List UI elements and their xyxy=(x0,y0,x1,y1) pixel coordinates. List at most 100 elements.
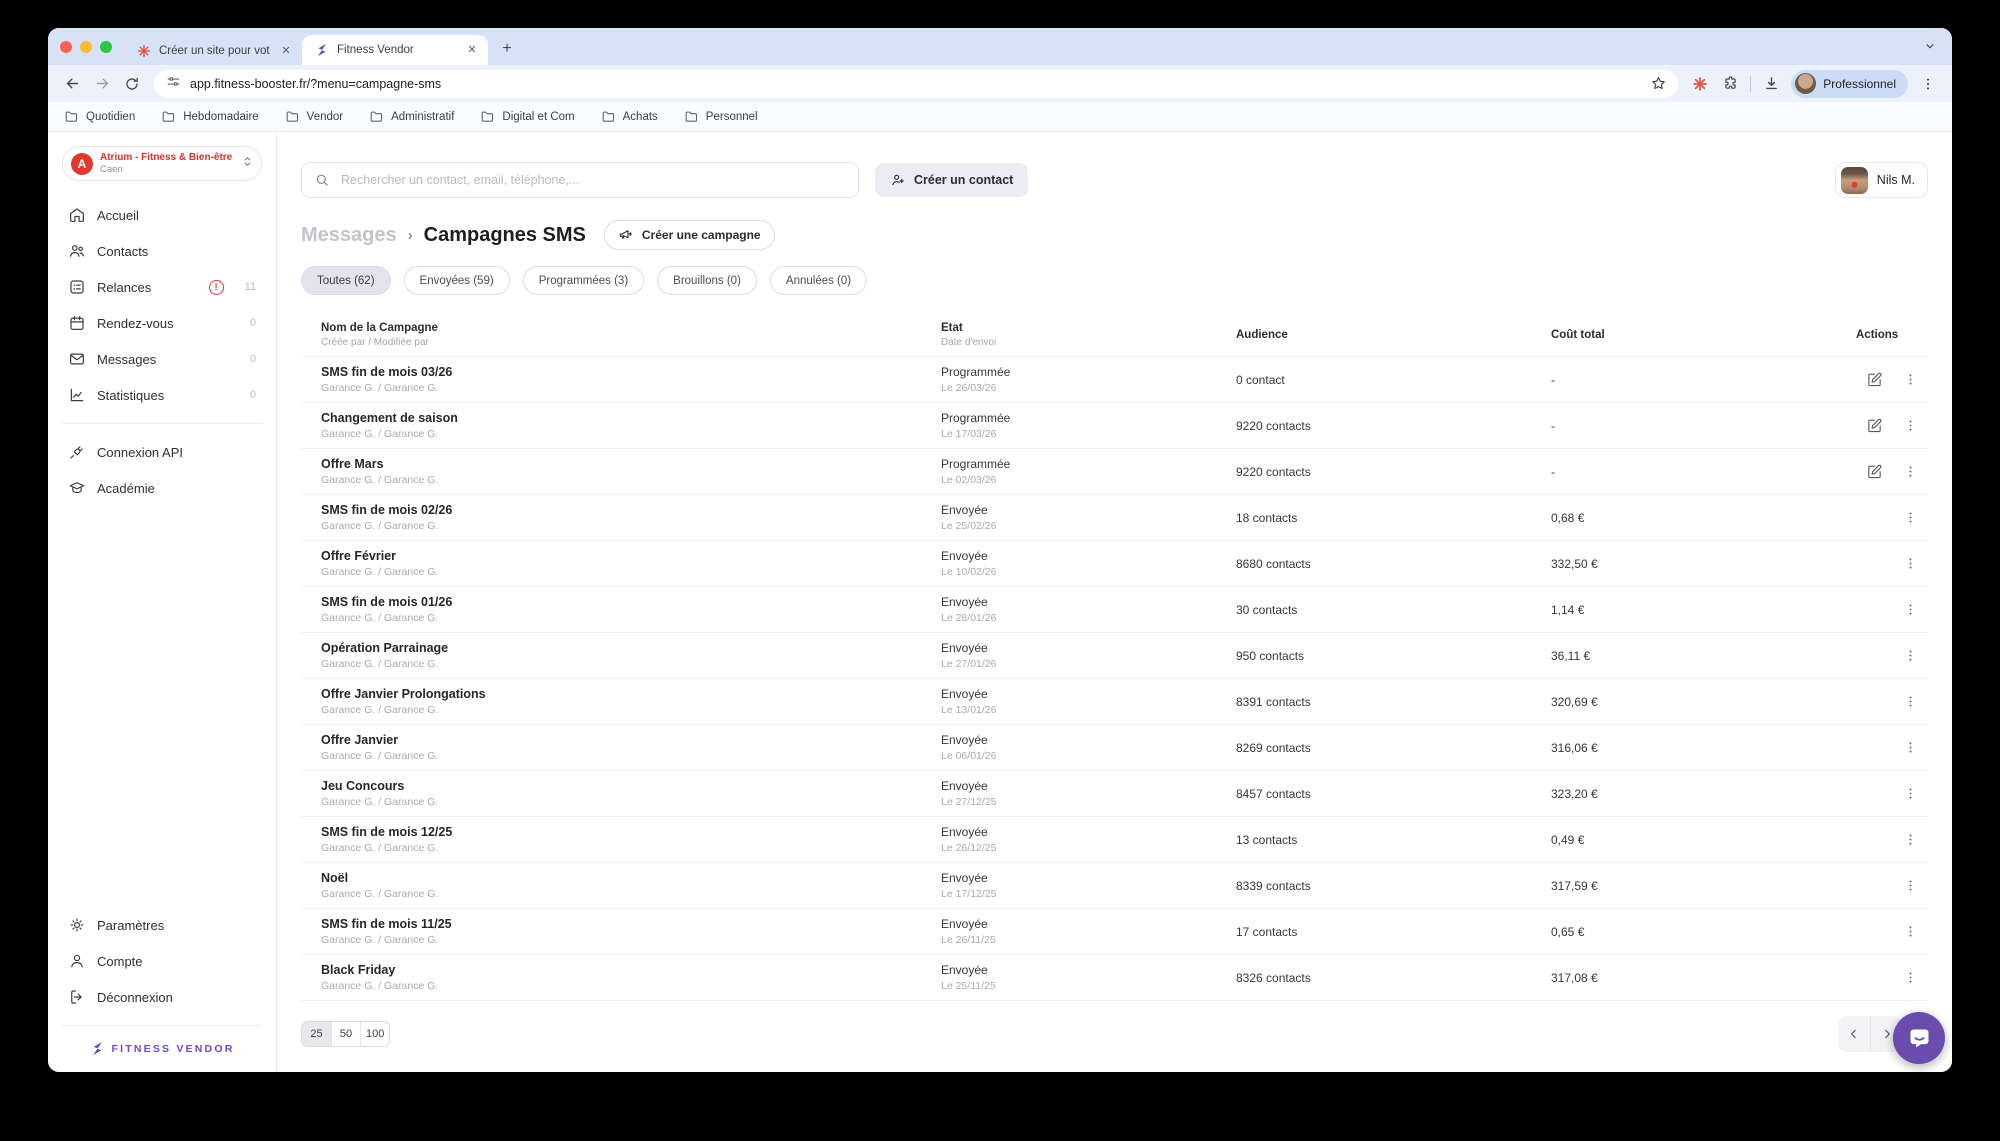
forward-icon[interactable] xyxy=(88,70,116,98)
zoom-window-button[interactable] xyxy=(100,41,112,53)
sidebar-item-messages[interactable]: Messages 0 xyxy=(62,341,262,377)
table-row[interactable]: Offre Janvier Garance G. / Garance G. En… xyxy=(301,725,1928,771)
sidebar-item-statistiques[interactable]: Statistiques 0 xyxy=(62,377,262,413)
bookmark-star-icon[interactable] xyxy=(1644,70,1672,98)
edit-campaign-icon[interactable] xyxy=(1866,417,1883,434)
sidebar-item-parametres[interactable]: Paramètres xyxy=(62,907,262,943)
create-campaign-button[interactable]: Créer une campagne xyxy=(604,220,775,250)
user-menu[interactable]: Nils M. xyxy=(1835,162,1928,198)
table-row[interactable]: SMS fin de mois 01/26 Garance G. / Garan… xyxy=(301,587,1928,633)
row-menu-kebab-icon[interactable] xyxy=(1903,786,1918,801)
table-row[interactable]: Changement de saison Garance G. / Garanc… xyxy=(301,403,1928,449)
row-menu-kebab-icon[interactable] xyxy=(1903,694,1918,709)
sidebar-item-contacts[interactable]: Contacts xyxy=(62,233,262,269)
bookmark-folder[interactable]: Achats xyxy=(601,109,658,124)
edit-campaign-icon[interactable] xyxy=(1866,371,1883,388)
contact-search[interactable] xyxy=(301,162,859,198)
bookmark-folder[interactable]: Digital et Com xyxy=(480,109,574,124)
table-row[interactable]: SMS fin de mois 11/25 Garance G. / Garan… xyxy=(301,909,1928,955)
bookmark-folder[interactable]: Administratif xyxy=(369,109,454,124)
filter-tab[interactable]: Toutes (62) xyxy=(301,266,391,295)
browser-menu-kebab-icon[interactable] xyxy=(1914,70,1942,98)
bookmark-folder[interactable]: Quotidien xyxy=(64,109,135,124)
row-menu-kebab-icon[interactable] xyxy=(1903,970,1918,985)
table-row[interactable]: SMS fin de mois 02/26 Garance G. / Garan… xyxy=(301,495,1928,541)
workspace-selector[interactable]: A Atrium - Fitness & Bien-être Caen xyxy=(62,146,262,181)
fitness-vendor-logo-icon xyxy=(90,1041,105,1056)
sidebar-item-rendez-vous[interactable]: Rendez-vous 0 xyxy=(62,305,262,341)
previous-page-icon[interactable] xyxy=(1838,1016,1870,1052)
new-tab-button[interactable]: + xyxy=(494,36,520,62)
breadcrumb-parent[interactable]: Messages xyxy=(301,224,397,247)
table-row[interactable]: Offre Janvier Prolongations Garance G. /… xyxy=(301,679,1928,725)
minimize-window-button[interactable] xyxy=(80,41,92,53)
reload-icon[interactable] xyxy=(118,70,146,98)
window-controls xyxy=(58,28,124,65)
table-row[interactable]: Black Friday Garance G. / Garance G. Env… xyxy=(301,955,1928,1001)
table-row[interactable]: Offre Mars Garance G. / Garance G. Progr… xyxy=(301,449,1928,495)
sidebar-item-label: Contacts xyxy=(97,244,148,259)
table-row[interactable]: Offre Février Garance G. / Garance G. En… xyxy=(301,541,1928,587)
chat-widget-button[interactable] xyxy=(1893,1012,1945,1064)
edit-campaign-icon[interactable] xyxy=(1866,463,1883,480)
row-menu-kebab-icon[interactable] xyxy=(1903,418,1918,433)
sidebar-item-accueil[interactable]: Accueil xyxy=(62,197,262,233)
table-row[interactable]: Noël Garance G. / Garance G. Envoyée Le … xyxy=(301,863,1928,909)
filter-tab[interactable]: Annulées (0) xyxy=(770,266,867,295)
table-row[interactable]: Opération Parrainage Garance G. / Garanc… xyxy=(301,633,1928,679)
browser-tab-active[interactable]: Fitness Vendor ✕ xyxy=(302,35,488,65)
url-bar[interactable]: app.fitness-booster.fr/?menu=campagne-sm… xyxy=(154,70,1678,98)
campaign-send-date: Le 10/02/26 xyxy=(941,566,1236,578)
row-menu-kebab-icon[interactable] xyxy=(1903,510,1918,525)
bookmark-label: Achats xyxy=(623,111,658,123)
close-tab-icon[interactable]: ✕ xyxy=(278,43,294,59)
row-menu-kebab-icon[interactable] xyxy=(1903,556,1918,571)
chat-bubble-icon xyxy=(1906,1025,1933,1052)
close-tab-icon[interactable]: ✕ xyxy=(464,42,480,58)
extensions-puzzle-icon[interactable] xyxy=(1716,70,1744,98)
row-menu-kebab-icon[interactable] xyxy=(1903,924,1918,939)
row-menu-kebab-icon[interactable] xyxy=(1903,832,1918,847)
site-settings-icon[interactable] xyxy=(166,74,181,94)
create-campaign-label: Créer une campagne xyxy=(642,228,761,242)
url-text[interactable]: app.fitness-booster.fr/?menu=campagne-sm… xyxy=(190,77,1635,91)
tab-search-chevron-icon[interactable] xyxy=(1918,34,1942,58)
campaign-cost: - xyxy=(1551,373,1844,387)
page-size-button[interactable]: 25 xyxy=(302,1022,331,1046)
sidebar-item-count: 0 xyxy=(250,353,256,365)
row-menu-kebab-icon[interactable] xyxy=(1903,602,1918,617)
row-menu-kebab-icon[interactable] xyxy=(1903,740,1918,755)
sidebar-item-academie[interactable]: Académie xyxy=(62,470,262,506)
filter-tab[interactable]: Envoyées (59) xyxy=(404,266,510,295)
sidebar-item-connexion-api[interactable]: Connexion API xyxy=(62,434,262,470)
sidebar-item-deconnexion[interactable]: Déconnexion xyxy=(62,979,262,1015)
bookmark-folder[interactable]: Hebdomadaire xyxy=(161,109,258,124)
page-size-button[interactable]: 100 xyxy=(360,1022,389,1046)
browser-profile-chip[interactable]: Professionnel xyxy=(1791,70,1908,98)
back-icon[interactable] xyxy=(58,70,86,98)
download-icon[interactable] xyxy=(1757,70,1785,98)
page-size-button[interactable]: 50 xyxy=(331,1022,360,1046)
bookmark-folder[interactable]: Vendor xyxy=(285,109,343,124)
search-input[interactable] xyxy=(339,172,846,188)
close-window-button[interactable] xyxy=(60,41,72,53)
bookmark-folder[interactable]: Personnel xyxy=(684,109,758,124)
row-menu-kebab-icon[interactable] xyxy=(1903,464,1918,479)
sidebar-item-compte[interactable]: Compte xyxy=(62,943,262,979)
table-row[interactable]: Jeu Concours Garance G. / Garance G. Env… xyxy=(301,771,1928,817)
filter-tab[interactable]: Programmées (3) xyxy=(523,266,644,295)
campaign-cost: 1,14 € xyxy=(1551,603,1844,617)
table-row[interactable]: SMS fin de mois 03/26 Garance G. / Garan… xyxy=(301,357,1928,403)
campaign-state: Envoyée xyxy=(941,917,1236,931)
campaign-send-date: Le 26/11/25 xyxy=(941,934,1236,946)
row-menu-kebab-icon[interactable] xyxy=(1903,878,1918,893)
row-menu-kebab-icon[interactable] xyxy=(1903,372,1918,387)
filter-tab[interactable]: Brouillons (0) xyxy=(657,266,757,295)
browser-tab-inactive[interactable]: Créer un site pour votre web ✕ xyxy=(124,36,302,65)
asterisk-extension-icon[interactable] xyxy=(1686,70,1714,98)
row-menu-kebab-icon[interactable] xyxy=(1903,648,1918,663)
table-row[interactable]: SMS fin de mois 12/25 Garance G. / Garan… xyxy=(301,817,1928,863)
campaign-state: Envoyée xyxy=(941,595,1236,609)
sidebar-item-relances[interactable]: Relances ! 11 xyxy=(62,269,262,305)
create-contact-button[interactable]: Créer un contact xyxy=(875,163,1028,197)
